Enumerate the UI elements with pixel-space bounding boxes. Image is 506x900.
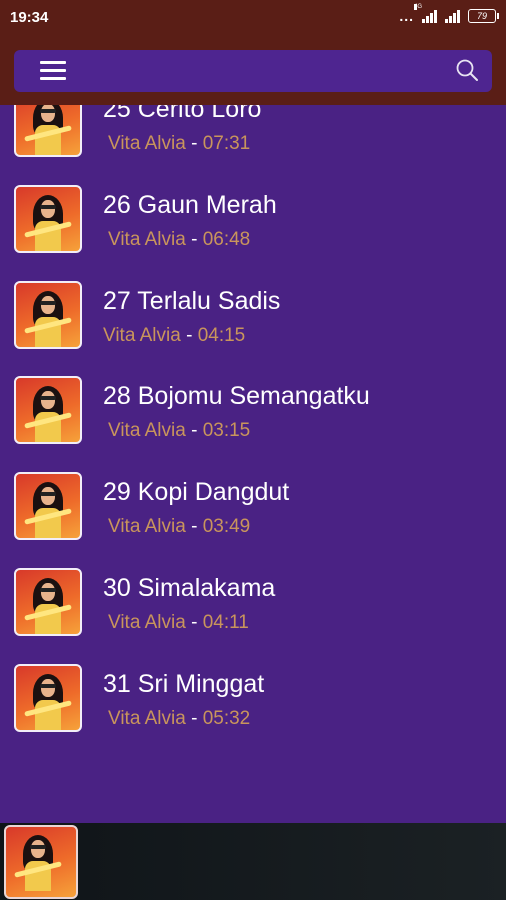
- meta-separator: -: [185, 229, 203, 250]
- meta-separator: -: [185, 612, 203, 633]
- album-thumbnail: [14, 472, 82, 540]
- song-artist: Vita Alvia: [108, 708, 186, 729]
- song-duration: 06:48: [202, 229, 251, 250]
- song-row[interactable]: 30 Simalakama Vita Alvia - 04:11: [0, 568, 506, 664]
- song-artist: Vita Alvia: [103, 325, 181, 346]
- song-meta: Vita Alvia - 06:48: [108, 229, 250, 251]
- song-meta: Vita Alvia - 04:11: [108, 612, 249, 634]
- now-playing-thumbnail[interactable]: [4, 825, 78, 899]
- status-bar: 19:34 ... 4G 79: [0, 0, 506, 36]
- album-thumbnail: [14, 185, 82, 253]
- song-title: 28 Bojomu Semangatku: [103, 382, 370, 410]
- song-duration: 07:31: [202, 133, 251, 154]
- song-row[interactable]: 31 Sri Minggat Vita Alvia - 05:32: [0, 664, 506, 760]
- song-row[interactable]: 25 Cerito Loro Vita Alvia - 07:31: [0, 105, 506, 185]
- song-list: 25 Cerito Loro Vita Alvia - 07:31 26 Gau…: [0, 105, 506, 823]
- song-duration: 04:15: [197, 325, 246, 346]
- signal-4g-icon: 4G: [414, 4, 437, 23]
- song-title: 29 Kopi Dangdut: [103, 478, 290, 506]
- song-artist: Vita Alvia: [108, 420, 186, 441]
- song-title: 31 Sri Minggat: [103, 670, 265, 698]
- song-row[interactable]: 26 Gaun Merah Vita Alvia - 06:48: [0, 185, 506, 281]
- song-meta: Vita Alvia - 04:15: [103, 325, 245, 347]
- battery-icon: 79: [468, 9, 499, 23]
- song-duration: 03:49: [202, 516, 251, 537]
- song-meta: Vita Alvia - 03:15: [108, 420, 250, 442]
- status-time: 19:34: [10, 9, 49, 26]
- album-thumbnail: [14, 105, 82, 157]
- song-row[interactable]: 29 Kopi Dangdut Vita Alvia - 03:49: [0, 472, 506, 568]
- song-title: 30 Simalakama: [103, 574, 276, 602]
- more-notifications-icon: ...: [399, 8, 414, 24]
- album-thumbnail: [14, 376, 82, 444]
- song-title: 26 Gaun Merah: [103, 191, 277, 219]
- toolbar: [14, 50, 492, 92]
- meta-separator: -: [185, 420, 203, 441]
- song-duration: 03:15: [202, 420, 251, 441]
- search-icon[interactable]: [454, 57, 480, 83]
- meta-separator: -: [185, 516, 203, 537]
- song-artist: Vita Alvia: [108, 612, 186, 633]
- song-title: 27 Terlalu Sadis: [103, 287, 281, 315]
- album-thumbnail: [14, 568, 82, 636]
- song-artist: Vita Alvia: [108, 133, 186, 154]
- hamburger-menu-icon[interactable]: [40, 59, 68, 83]
- song-row[interactable]: 27 Terlalu Sadis Vita Alvia - 04:15: [0, 281, 506, 377]
- meta-separator: -: [185, 708, 203, 729]
- meta-separator: -: [185, 133, 203, 154]
- status-icons: ... 4G 79: [399, 4, 499, 24]
- album-thumbnail: [14, 281, 82, 349]
- song-duration: 05:32: [202, 708, 251, 729]
- song-artist: Vita Alvia: [108, 516, 186, 537]
- song-meta: Vita Alvia - 05:32: [108, 708, 250, 730]
- song-meta: Vita Alvia - 03:49: [108, 516, 250, 538]
- meta-separator: -: [180, 325, 198, 346]
- network-type-label: 4G: [414, 4, 423, 10]
- song-row[interactable]: 28 Bojomu Semangatku Vita Alvia - 03:15: [0, 376, 506, 472]
- song-title: 25 Cerito Loro: [103, 105, 262, 123]
- signal-icon: [445, 9, 460, 23]
- song-meta: Vita Alvia - 07:31: [108, 133, 250, 155]
- song-artist: Vita Alvia: [108, 229, 186, 250]
- album-thumbnail: [14, 664, 82, 732]
- mini-player-bar[interactable]: [0, 823, 506, 900]
- song-duration: 04:11: [202, 612, 249, 633]
